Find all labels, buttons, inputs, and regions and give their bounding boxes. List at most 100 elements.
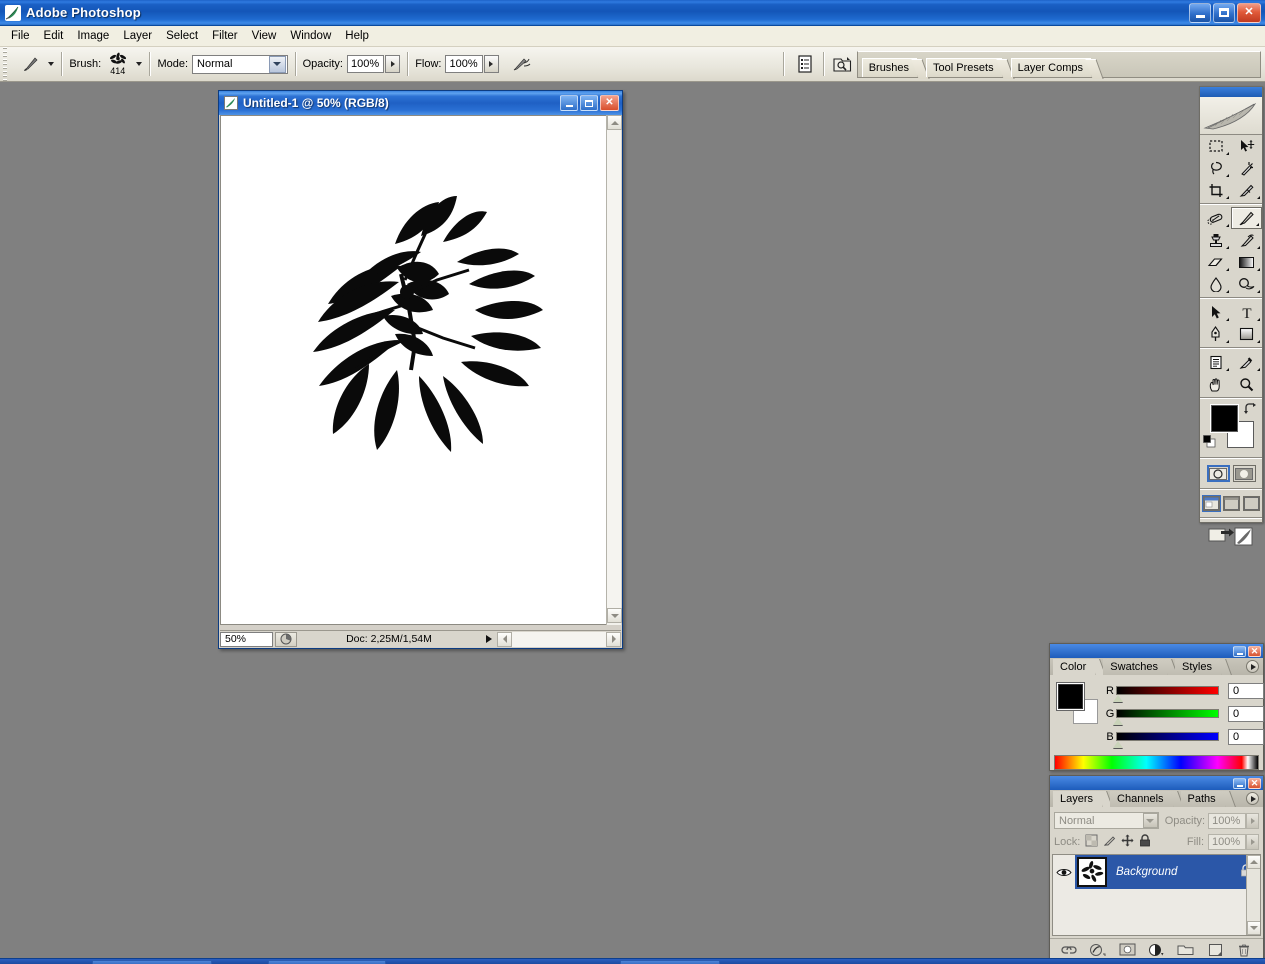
layer-fill-input[interactable]: 100%	[1208, 833, 1246, 850]
document-titlebar[interactable]: Untitled-1 @ 50% (RGB/8) ✕	[219, 91, 622, 115]
tab-paths[interactable]: Paths	[1180, 791, 1225, 807]
menu-edit[interactable]: Edit	[37, 28, 71, 44]
opacity-slider-arrow-icon[interactable]	[385, 55, 401, 73]
current-tool-icon[interactable]	[17, 52, 44, 76]
scroll-left-arrow-icon[interactable]	[497, 631, 512, 647]
canvas-area[interactable]	[220, 115, 621, 625]
path-selection-tool-icon[interactable]	[1200, 301, 1231, 323]
menu-select[interactable]: Select	[159, 28, 205, 44]
gradient-tool-icon[interactable]	[1231, 251, 1262, 273]
dodge-tool-icon[interactable]	[1231, 273, 1262, 295]
brush-preset-preview[interactable]: 414	[105, 52, 130, 76]
table-row[interactable]: Background	[1053, 855, 1260, 889]
layer-fill-slider-arrow-icon[interactable]	[1246, 833, 1259, 850]
tool-preset-picker-arrow-icon[interactable]	[48, 62, 55, 66]
scroll-up-arrow-icon[interactable]	[607, 115, 622, 130]
type-tool-icon[interactable]: T	[1231, 301, 1262, 323]
blue-value-input[interactable]: 0	[1228, 728, 1264, 745]
rectangular-marquee-tool-icon[interactable]	[1200, 135, 1231, 157]
layer-list-scrollbar[interactable]	[1246, 855, 1260, 935]
lock-position-icon[interactable]	[1121, 834, 1134, 850]
menu-help[interactable]: Help	[338, 28, 376, 44]
layer-name[interactable]: Background	[1116, 866, 1177, 878]
well-tab-brushes[interactable]: Brushes	[861, 57, 918, 77]
taskbar-button[interactable]	[268, 960, 386, 964]
hand-tool-icon[interactable]	[1200, 373, 1231, 395]
healing-brush-tool-icon[interactable]	[1200, 207, 1231, 229]
photoshop-feather-logo-icon[interactable]	[1200, 97, 1262, 135]
document-minimize-button[interactable]	[560, 95, 578, 111]
status-more-arrow-icon[interactable]	[481, 632, 497, 647]
red-slider[interactable]	[1113, 686, 1219, 702]
lock-image-pixels-icon[interactable]	[1103, 834, 1116, 850]
layers-palette-minimize-button[interactable]	[1233, 777, 1246, 789]
canvas-horizontal-scrollbar[interactable]	[497, 631, 621, 647]
blue-slider-thumb[interactable]	[1113, 741, 1123, 748]
color-palette-titlebar[interactable]: ✕	[1050, 644, 1263, 658]
layer-style-fx-icon[interactable]	[1088, 942, 1107, 958]
layer-scroll-down-arrow-icon[interactable]	[1247, 921, 1260, 935]
menu-window[interactable]: Window	[283, 28, 338, 44]
lock-all-icon[interactable]	[1139, 833, 1151, 850]
move-tool-icon[interactable]	[1231, 135, 1262, 157]
brush-preset-picker-arrow-icon[interactable]	[136, 62, 143, 66]
toolbox-drag-handle[interactable]	[1200, 87, 1262, 97]
standard-mode-icon[interactable]	[1206, 465, 1230, 482]
swap-colors-icon[interactable]	[1243, 403, 1256, 419]
color-palette-menu-icon[interactable]	[1246, 660, 1259, 673]
layer-opacity-slider-arrow-icon[interactable]	[1246, 812, 1259, 829]
menu-image[interactable]: Image	[70, 28, 116, 44]
eyedropper-tool-icon[interactable]	[1231, 351, 1262, 373]
app-maximize-button[interactable]	[1213, 2, 1235, 23]
red-slider-thumb[interactable]	[1113, 695, 1123, 702]
canvas-white-background[interactable]	[221, 116, 600, 624]
jump-to-imageready-icon[interactable]	[1208, 525, 1254, 550]
magic-wand-tool-icon[interactable]	[1231, 157, 1262, 179]
blend-mode-select[interactable]: Normal	[192, 54, 288, 74]
brush-tool-icon[interactable]	[1231, 207, 1262, 229]
zoom-tool-icon[interactable]	[1231, 373, 1262, 395]
color-palette-foreground-swatch[interactable]	[1058, 684, 1083, 709]
pen-tool-icon[interactable]	[1200, 323, 1231, 345]
new-group-icon[interactable]	[1176, 942, 1195, 958]
menu-filter[interactable]: Filter	[205, 28, 245, 44]
app-minimize-button[interactable]	[1189, 2, 1211, 23]
well-tab-tool-presets[interactable]: Tool Presets	[926, 57, 1002, 77]
layer-thumbnail[interactable]	[1077, 857, 1107, 887]
file-browser-icon[interactable]	[829, 52, 856, 76]
flow-slider-arrow-icon[interactable]	[483, 55, 499, 73]
new-adjustment-layer-icon[interactable]	[1147, 942, 1166, 958]
quick-mask-mode-icon[interactable]	[1232, 465, 1256, 482]
rectangle-shape-tool-icon[interactable]	[1231, 323, 1262, 345]
options-bar-gripper[interactable]	[0, 47, 9, 81]
color-palette-minimize-button[interactable]	[1233, 645, 1246, 657]
blue-slider[interactable]	[1113, 732, 1219, 748]
document-close-button[interactable]: ✕	[600, 95, 619, 111]
tab-styles[interactable]: Styles	[1175, 659, 1221, 675]
delete-layer-icon[interactable]	[1235, 942, 1254, 958]
green-value-input[interactable]: 0	[1228, 705, 1264, 722]
opacity-input[interactable]: 100%	[346, 55, 385, 73]
eraser-tool-icon[interactable]	[1200, 251, 1231, 273]
taskbar-button[interactable]	[92, 960, 212, 964]
zoom-level-input[interactable]: 50%	[220, 631, 273, 647]
green-slider[interactable]	[1113, 709, 1219, 725]
color-palette-close-button[interactable]: ✕	[1248, 645, 1261, 657]
scroll-right-arrow-icon[interactable]	[606, 631, 621, 647]
well-tab-layer-comps[interactable]: Layer Comps	[1010, 57, 1091, 77]
foreground-color-swatch[interactable]	[1211, 405, 1238, 432]
link-layers-icon[interactable]	[1059, 942, 1078, 958]
airbrush-icon[interactable]	[508, 52, 535, 76]
brushes-palette-toggle-icon[interactable]	[791, 52, 818, 76]
chevron-down-icon[interactable]	[268, 55, 286, 73]
menu-view[interactable]: View	[245, 28, 284, 44]
layer-list[interactable]: Background	[1052, 854, 1261, 936]
standard-screen-mode-icon[interactable]	[1201, 495, 1221, 512]
document-maximize-button[interactable]	[580, 95, 598, 111]
new-layer-icon[interactable]	[1206, 942, 1225, 958]
eye-visibility-icon[interactable]	[1053, 855, 1075, 889]
tab-color[interactable]: Color	[1053, 659, 1096, 675]
layer-scroll-up-arrow-icon[interactable]	[1247, 855, 1260, 869]
layers-palette-titlebar[interactable]: ✕	[1050, 776, 1263, 790]
tab-swatches[interactable]: Swatches	[1103, 659, 1167, 675]
